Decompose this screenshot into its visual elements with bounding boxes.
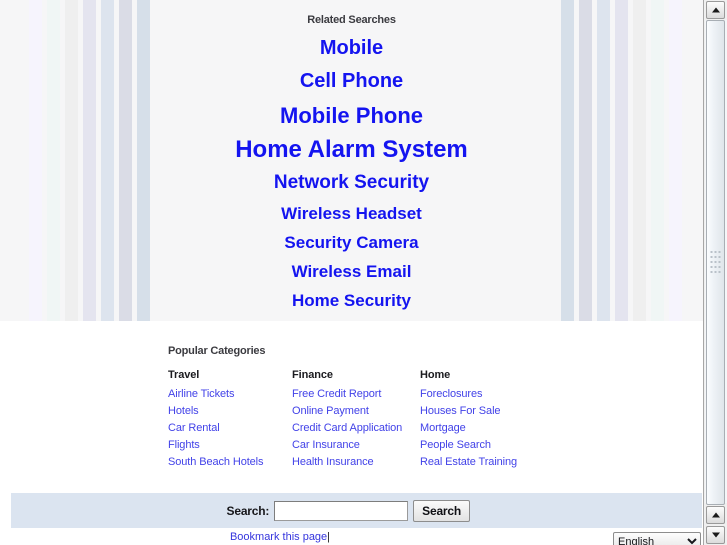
- grip-dot: [714, 265, 716, 268]
- scrollbar-grip-icon: [710, 250, 721, 275]
- grip-dot: [710, 265, 712, 268]
- related-search-row: Mobile: [0, 32, 703, 64]
- related-search-link-0[interactable]: Mobile: [320, 32, 383, 64]
- category-column-finance: Finance Free Credit Report Online Payment C…: [292, 369, 420, 471]
- category-link-0-4[interactable]: South Beach Hotels: [168, 454, 292, 471]
- related-search-link-8[interactable]: Home Security: [292, 286, 411, 315]
- related-search-link-6[interactable]: Security Camera: [284, 228, 418, 257]
- category-link-0-1[interactable]: Hotels: [168, 403, 292, 420]
- category-link-1-2[interactable]: Credit Card Application: [292, 420, 420, 437]
- category-column-home: Home Foreclosures Houses For Sale Mortgage P…: [420, 369, 544, 471]
- related-search-row: Wireless Headset: [0, 199, 703, 228]
- search-form: Search: Search: [227, 493, 470, 528]
- grip-dot: [714, 255, 716, 258]
- grip-dot: [718, 265, 720, 268]
- vertical-scrollbar[interactable]: [703, 0, 727, 545]
- category-heading-home: Home: [420, 369, 451, 381]
- scroll-up-arrow-icon: [711, 7, 720, 13]
- scroll-down-button[interactable]: [706, 526, 725, 544]
- related-searches-title: Related Searches: [307, 14, 396, 26]
- related-search-row: Security Camera: [0, 228, 703, 257]
- grip-dot: [710, 270, 712, 273]
- bookmark-this-page-link[interactable]: Bookmark this page: [230, 531, 327, 543]
- footer-separator: |: [327, 531, 331, 543]
- search-input[interactable]: [274, 500, 409, 521]
- footer-link-row: Bookmark this page|: [0, 531, 560, 543]
- related-search-link-2[interactable]: Mobile Phone: [280, 98, 423, 133]
- search-button[interactable]: Search: [413, 499, 470, 522]
- category-link-1-1[interactable]: Online Payment: [292, 403, 420, 420]
- search-label: Search:: [226, 503, 270, 518]
- related-search-link-1[interactable]: Cell Phone: [300, 64, 403, 98]
- grip-dot: [714, 250, 716, 253]
- language-select[interactable]: English: [613, 532, 701, 545]
- popular-categories-section: Popular Categories Travel Airline Tickets…: [168, 345, 588, 471]
- category-column-travel: Travel Airline Tickets Hotels Car Rental Fli…: [168, 369, 292, 471]
- related-search-row: Home Alarm System: [0, 133, 703, 167]
- category-link-2-0[interactable]: Foreclosures: [420, 386, 544, 403]
- category-link-0-0[interactable]: Airline Tickets: [168, 386, 292, 403]
- grip-dot: [714, 260, 716, 263]
- category-link-2-1[interactable]: Houses For Sale: [420, 403, 544, 420]
- category-heading-finance: Finance: [292, 369, 333, 381]
- popular-categories-columns: Travel Airline Tickets Hotels Car Rental Fli…: [168, 369, 588, 471]
- bottom-search-bar: Search: Search: [11, 493, 702, 528]
- category-link-2-3[interactable]: People Search: [420, 437, 544, 454]
- grip-dot: [718, 270, 720, 273]
- grip-dot: [718, 255, 720, 258]
- related-searches-content: Related Searches Mobile Cell Phone Mobile …: [0, 0, 703, 321]
- scroll-up-button-bottom[interactable]: [706, 506, 725, 524]
- grip-dot: [710, 260, 712, 263]
- category-link-1-0[interactable]: Free Credit Report: [292, 386, 420, 403]
- grip-dot: [718, 260, 720, 263]
- related-search-link-7[interactable]: Wireless Email: [292, 257, 412, 286]
- scrollbar-thumb[interactable]: [706, 20, 725, 505]
- category-link-0-2[interactable]: Car Rental: [168, 420, 292, 437]
- scroll-down-arrow-icon: [711, 532, 720, 538]
- related-search-link-5[interactable]: Wireless Headset: [281, 199, 422, 228]
- category-link-1-4[interactable]: Health Insurance: [292, 454, 420, 471]
- related-searches-link-list: Mobile Cell Phone Mobile Phone Home Alarm S…: [0, 32, 703, 315]
- category-link-1-3[interactable]: Car Insurance: [292, 437, 420, 454]
- scroll-up-button[interactable]: [706, 1, 725, 19]
- related-search-row: Cell Phone: [0, 64, 703, 98]
- category-link-2-2[interactable]: Mortgage: [420, 420, 544, 437]
- related-search-row: Network Security: [0, 167, 703, 199]
- category-link-2-4[interactable]: Real Estate Training: [420, 454, 544, 471]
- scroll-up-arrow-icon-bottom: [711, 512, 720, 518]
- footer: Bookmark this page| English: [0, 531, 703, 545]
- page-viewport: Related Searches Mobile Cell Phone Mobile …: [0, 0, 703, 545]
- category-link-0-3[interactable]: Flights: [168, 437, 292, 454]
- related-search-link-4[interactable]: Network Security: [274, 167, 429, 199]
- related-searches-hero: Related Searches Mobile Cell Phone Mobile …: [0, 0, 703, 321]
- grip-dot: [718, 250, 720, 253]
- grip-dot: [710, 250, 712, 253]
- related-search-row: Mobile Phone: [0, 98, 703, 133]
- related-search-row: Home Security: [0, 286, 703, 315]
- category-heading-travel: Travel: [168, 369, 200, 381]
- popular-categories-title: Popular Categories: [168, 345, 266, 357]
- grip-dot: [710, 255, 712, 258]
- related-search-row: Wireless Email: [0, 257, 703, 286]
- related-search-link-3[interactable]: Home Alarm System: [235, 133, 468, 167]
- grip-dot: [714, 270, 716, 273]
